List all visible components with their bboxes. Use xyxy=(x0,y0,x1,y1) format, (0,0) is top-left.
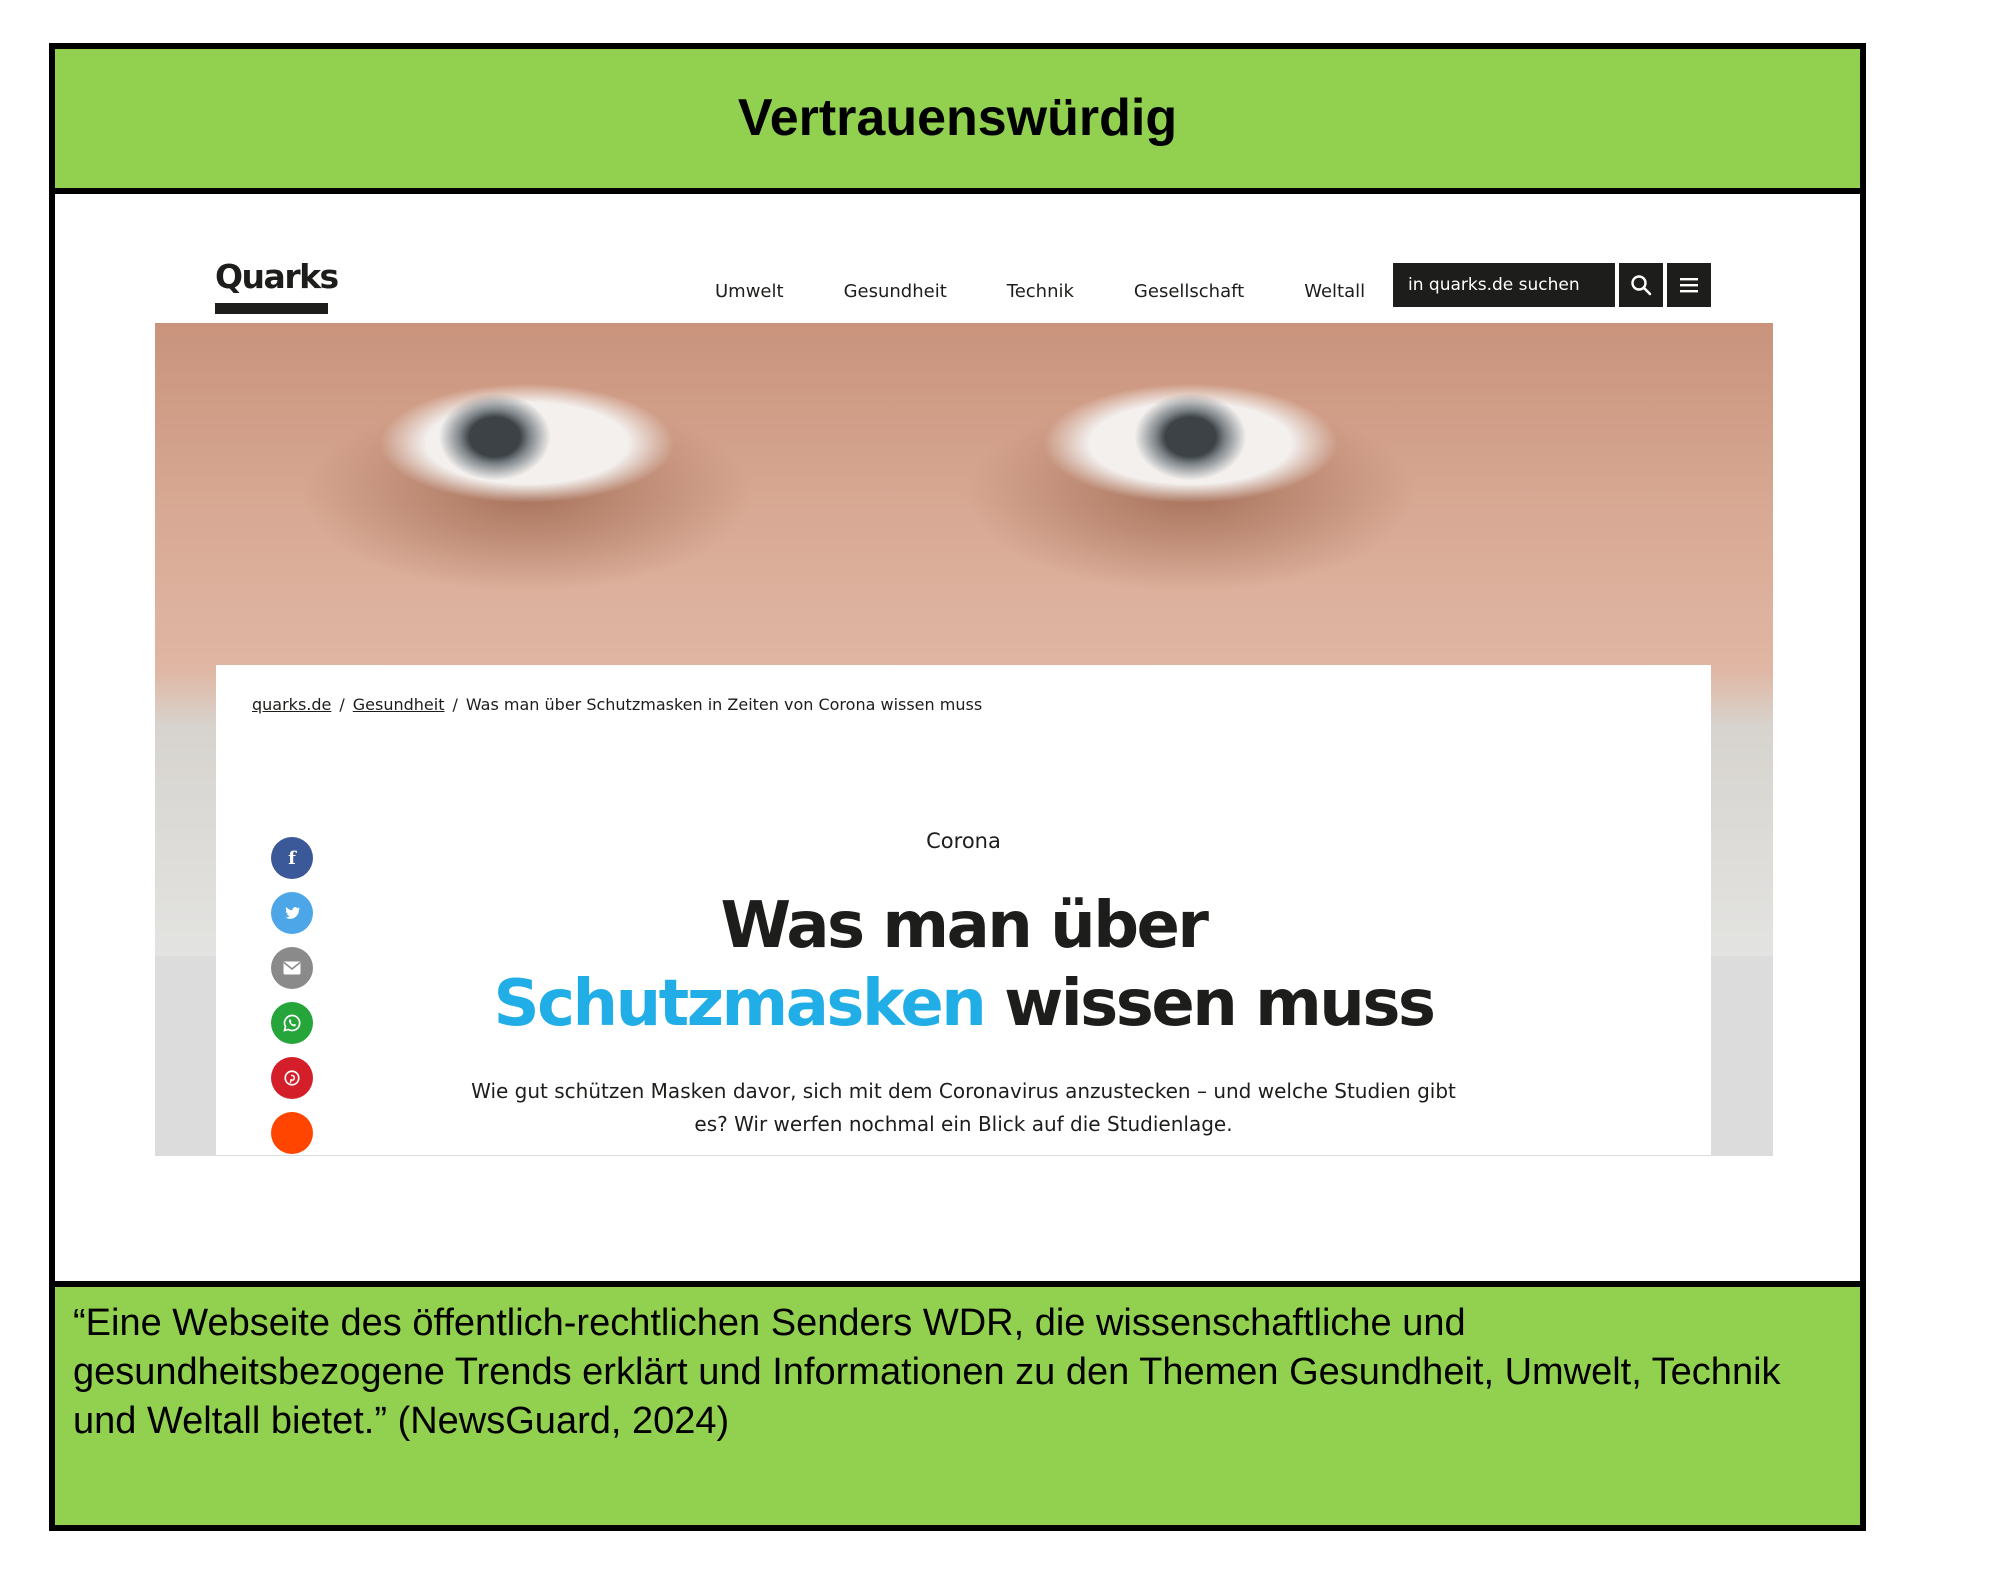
logo-underline-bar xyxy=(215,303,328,314)
breadcrumb-current: Was man über Schutzmasken in Zeiten von … xyxy=(465,695,983,714)
search-icon xyxy=(1631,275,1652,296)
social-share-bar: f xyxy=(271,837,315,1167)
headline-rest: wissen muss xyxy=(984,967,1436,1041)
whatsapp-icon xyxy=(283,1014,301,1032)
breadcrumb-separator: / xyxy=(452,695,458,714)
twitter-icon xyxy=(285,907,301,919)
nav-item-umwelt[interactable]: Umwelt xyxy=(715,281,784,302)
nav-item-gesundheit[interactable]: Gesundheit xyxy=(844,281,947,302)
main-navigation: Umwelt Gesundheit Technik Gesellschaft W… xyxy=(715,281,1425,302)
twitter-share-button[interactable] xyxy=(271,892,313,934)
breadcrumb-separator: / xyxy=(339,695,345,714)
quarks-website: Quarks Umwelt Gesundheit Technik Gesells… xyxy=(155,239,1773,1216)
quarks-logo[interactable]: Quarks xyxy=(215,259,339,295)
nav-item-gesellschaft[interactable]: Gesellschaft xyxy=(1134,281,1244,302)
menu-button[interactable] xyxy=(1667,263,1711,307)
headline-highlight: Schutzmasken xyxy=(493,967,987,1041)
article-lead: Wie gut schützen Masken davor, sich mit … xyxy=(471,1079,1456,1136)
email-share-button[interactable] xyxy=(271,947,313,989)
citation-band: “Eine Webseite des öffentlich-rechtliche… xyxy=(55,1281,1860,1525)
newsguard-citation: “Eine Webseite des öffentlich-rechtliche… xyxy=(73,1302,1781,1442)
headline-line-1: Was man über xyxy=(720,889,1209,963)
credibility-label-band: Vertrauenswürdig xyxy=(55,49,1860,194)
viewport-cutoff xyxy=(271,1156,315,1216)
pinterest-icon xyxy=(284,1070,300,1086)
facebook-icon: f xyxy=(288,847,296,869)
nav-item-technik[interactable]: Technik xyxy=(1007,281,1074,302)
envelope-icon xyxy=(283,961,301,975)
facebook-share-button[interactable]: f xyxy=(271,837,313,879)
reddit-share-button[interactable] xyxy=(271,1112,313,1154)
breadcrumb: quarks.de / Gesundheit / Was man über Sc… xyxy=(252,695,982,714)
nav-item-weltall[interactable]: Weltall xyxy=(1304,281,1365,302)
website-screenshot-area: Quarks Umwelt Gesundheit Technik Gesells… xyxy=(55,194,1860,1281)
breadcrumb-section-link[interactable]: Gesundheit xyxy=(353,695,445,714)
article-headline: Was man über Schutzmasken wissen muss xyxy=(216,887,1711,1043)
site-header: Quarks Umwelt Gesundheit Technik Gesells… xyxy=(155,239,1773,323)
hamburger-menu-icon xyxy=(1680,278,1698,293)
whatsapp-share-button[interactable] xyxy=(271,1002,313,1044)
pinterest-share-button[interactable] xyxy=(271,1057,313,1099)
breadcrumb-home-link[interactable]: quarks.de xyxy=(252,695,331,714)
article-header-card: quarks.de / Gesundheit / Was man über Sc… xyxy=(216,665,1711,1155)
credibility-label: Vertrauenswürdig xyxy=(737,88,1178,147)
search-input[interactable] xyxy=(1393,263,1615,307)
content-frame: Vertrauenswürdig Quarks Umwelt Gesundhei… xyxy=(49,43,1866,1531)
article-kicker: Corona xyxy=(926,829,1001,853)
search-button[interactable] xyxy=(1619,263,1663,307)
